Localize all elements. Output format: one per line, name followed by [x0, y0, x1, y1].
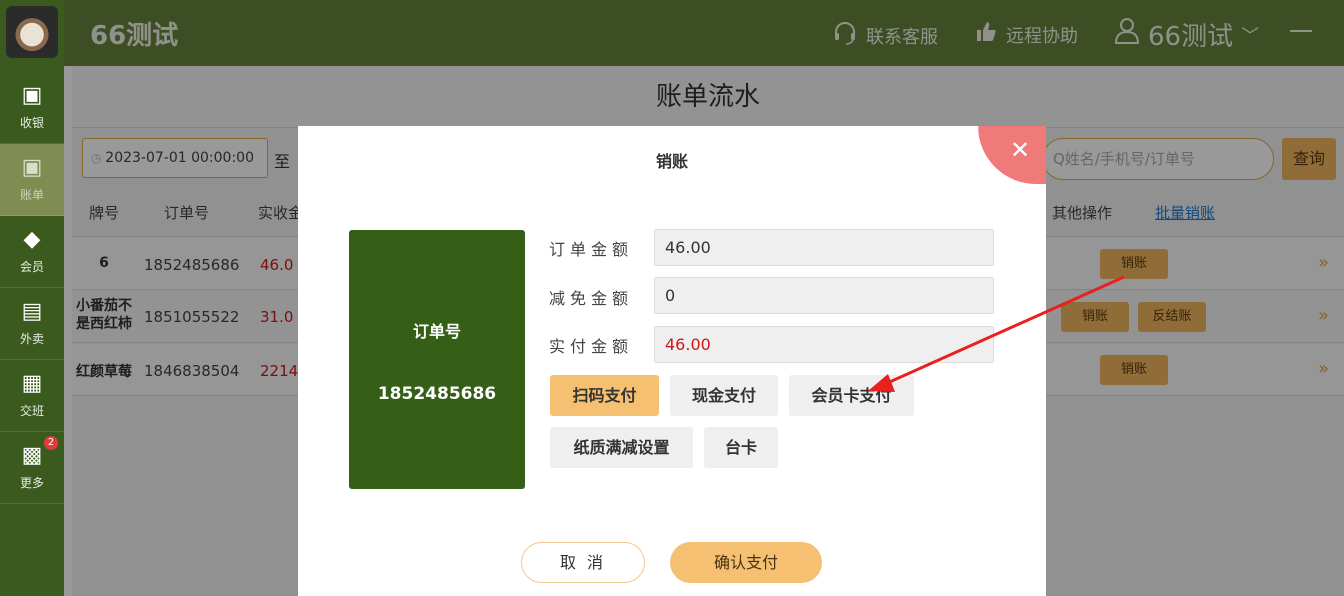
annotation-arrow: [868, 275, 1125, 392]
